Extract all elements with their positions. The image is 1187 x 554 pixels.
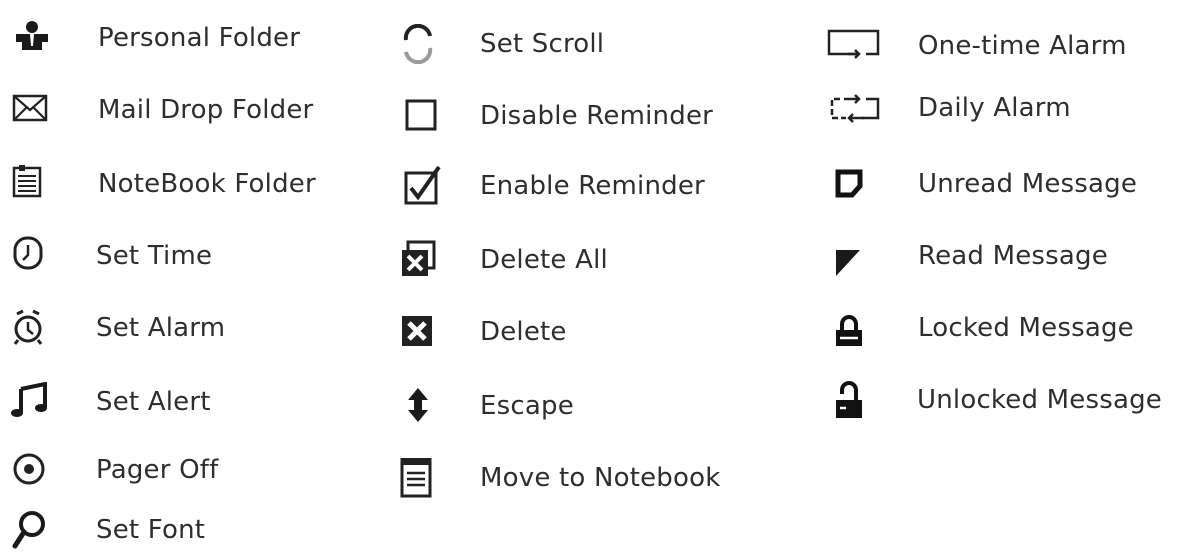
up-down-arrow-icon — [398, 386, 442, 426]
legend-item-daily-alarm: Daily Alarm — [826, 88, 1176, 128]
legend-item-set-alert: Set Alert — [10, 382, 350, 422]
legend-label: Set Alarm — [96, 313, 226, 343]
legend-item-locked-message: Locked Message — [826, 308, 1176, 348]
checked-checkbox-icon — [398, 166, 442, 206]
legend-item-escape: Escape — [398, 386, 758, 426]
clock-icon — [10, 236, 54, 276]
one-time-alarm-icon — [826, 26, 880, 66]
legend-item-set-font: Set Font — [10, 510, 350, 550]
legend-item-one-time-alarm: One-time Alarm — [826, 26, 1176, 66]
alarm-clock-icon — [10, 308, 54, 348]
target-circle-icon — [10, 450, 54, 490]
legend-label: Escape — [480, 391, 574, 421]
delete-icon — [398, 312, 442, 352]
legend-item-move-to-notebook: Move to Notebook — [398, 458, 758, 498]
legend-label: One-time Alarm — [918, 31, 1127, 61]
legend-label: Delete — [480, 317, 567, 347]
delete-all-icon — [398, 240, 442, 280]
legend-item-notebook-folder: NoteBook Folder — [10, 164, 350, 204]
legend-label: Locked Message — [918, 313, 1134, 343]
scroll-arrows-icon — [398, 24, 442, 64]
legend-label: Set Alert — [96, 387, 211, 417]
notebook-icon — [398, 458, 442, 498]
legend-label: Set Scroll — [480, 29, 605, 59]
legend-label: Personal Folder — [98, 23, 301, 53]
legend-item-personal-folder: Personal Folder — [10, 18, 350, 58]
legend-label: Enable Reminder — [480, 171, 705, 201]
daily-alarm-icon — [826, 88, 880, 128]
legend-item-read-message: Read Message — [826, 236, 1176, 276]
legend-label: Mail Drop Folder — [98, 95, 314, 125]
music-note-icon — [10, 382, 54, 422]
legend-item-delete: Delete — [398, 312, 758, 352]
legend-item-set-time: Set Time — [10, 236, 350, 276]
legend-label: Unread Message — [918, 169, 1138, 199]
magnifier-icon — [10, 510, 54, 550]
legend-label: Read Message — [918, 241, 1108, 271]
legend-label: Move to Notebook — [480, 463, 721, 493]
legend-item-unread-message: Unread Message — [826, 164, 1176, 204]
legend-item-unlocked-message: Unlocked Message — [826, 380, 1187, 420]
legend-item-delete-all: Delete All — [398, 240, 758, 280]
legend-item-set-scroll: Set Scroll — [398, 24, 758, 64]
legend-label: Unlocked Message — [917, 385, 1162, 415]
legend-label: NoteBook Folder — [98, 169, 316, 199]
lock-open-icon — [826, 380, 870, 420]
envelope-icon — [10, 90, 54, 130]
read-message-icon — [826, 236, 870, 276]
legend-label: Delete All — [480, 245, 608, 275]
legend-item-disable-reminder: Disable Reminder — [398, 96, 758, 136]
legend-label: Pager Off — [96, 455, 219, 485]
legend-label: Disable Reminder — [480, 101, 714, 131]
legend-label: Daily Alarm — [918, 93, 1071, 123]
legend-item-mail-drop-folder: Mail Drop Folder — [10, 90, 350, 130]
legend-label: Set Font — [96, 515, 206, 545]
lock-closed-icon — [826, 308, 870, 348]
unread-message-icon — [826, 164, 870, 204]
legend-item-pager-off: Pager Off — [10, 450, 350, 490]
notebook-folder-icon — [10, 164, 54, 204]
legend-item-set-alarm: Set Alarm — [10, 308, 350, 348]
personal-folder-icon — [10, 18, 54, 58]
legend-label: Set Time — [96, 241, 213, 271]
empty-checkbox-icon — [398, 96, 442, 136]
legend-item-enable-reminder: Enable Reminder — [398, 166, 758, 206]
